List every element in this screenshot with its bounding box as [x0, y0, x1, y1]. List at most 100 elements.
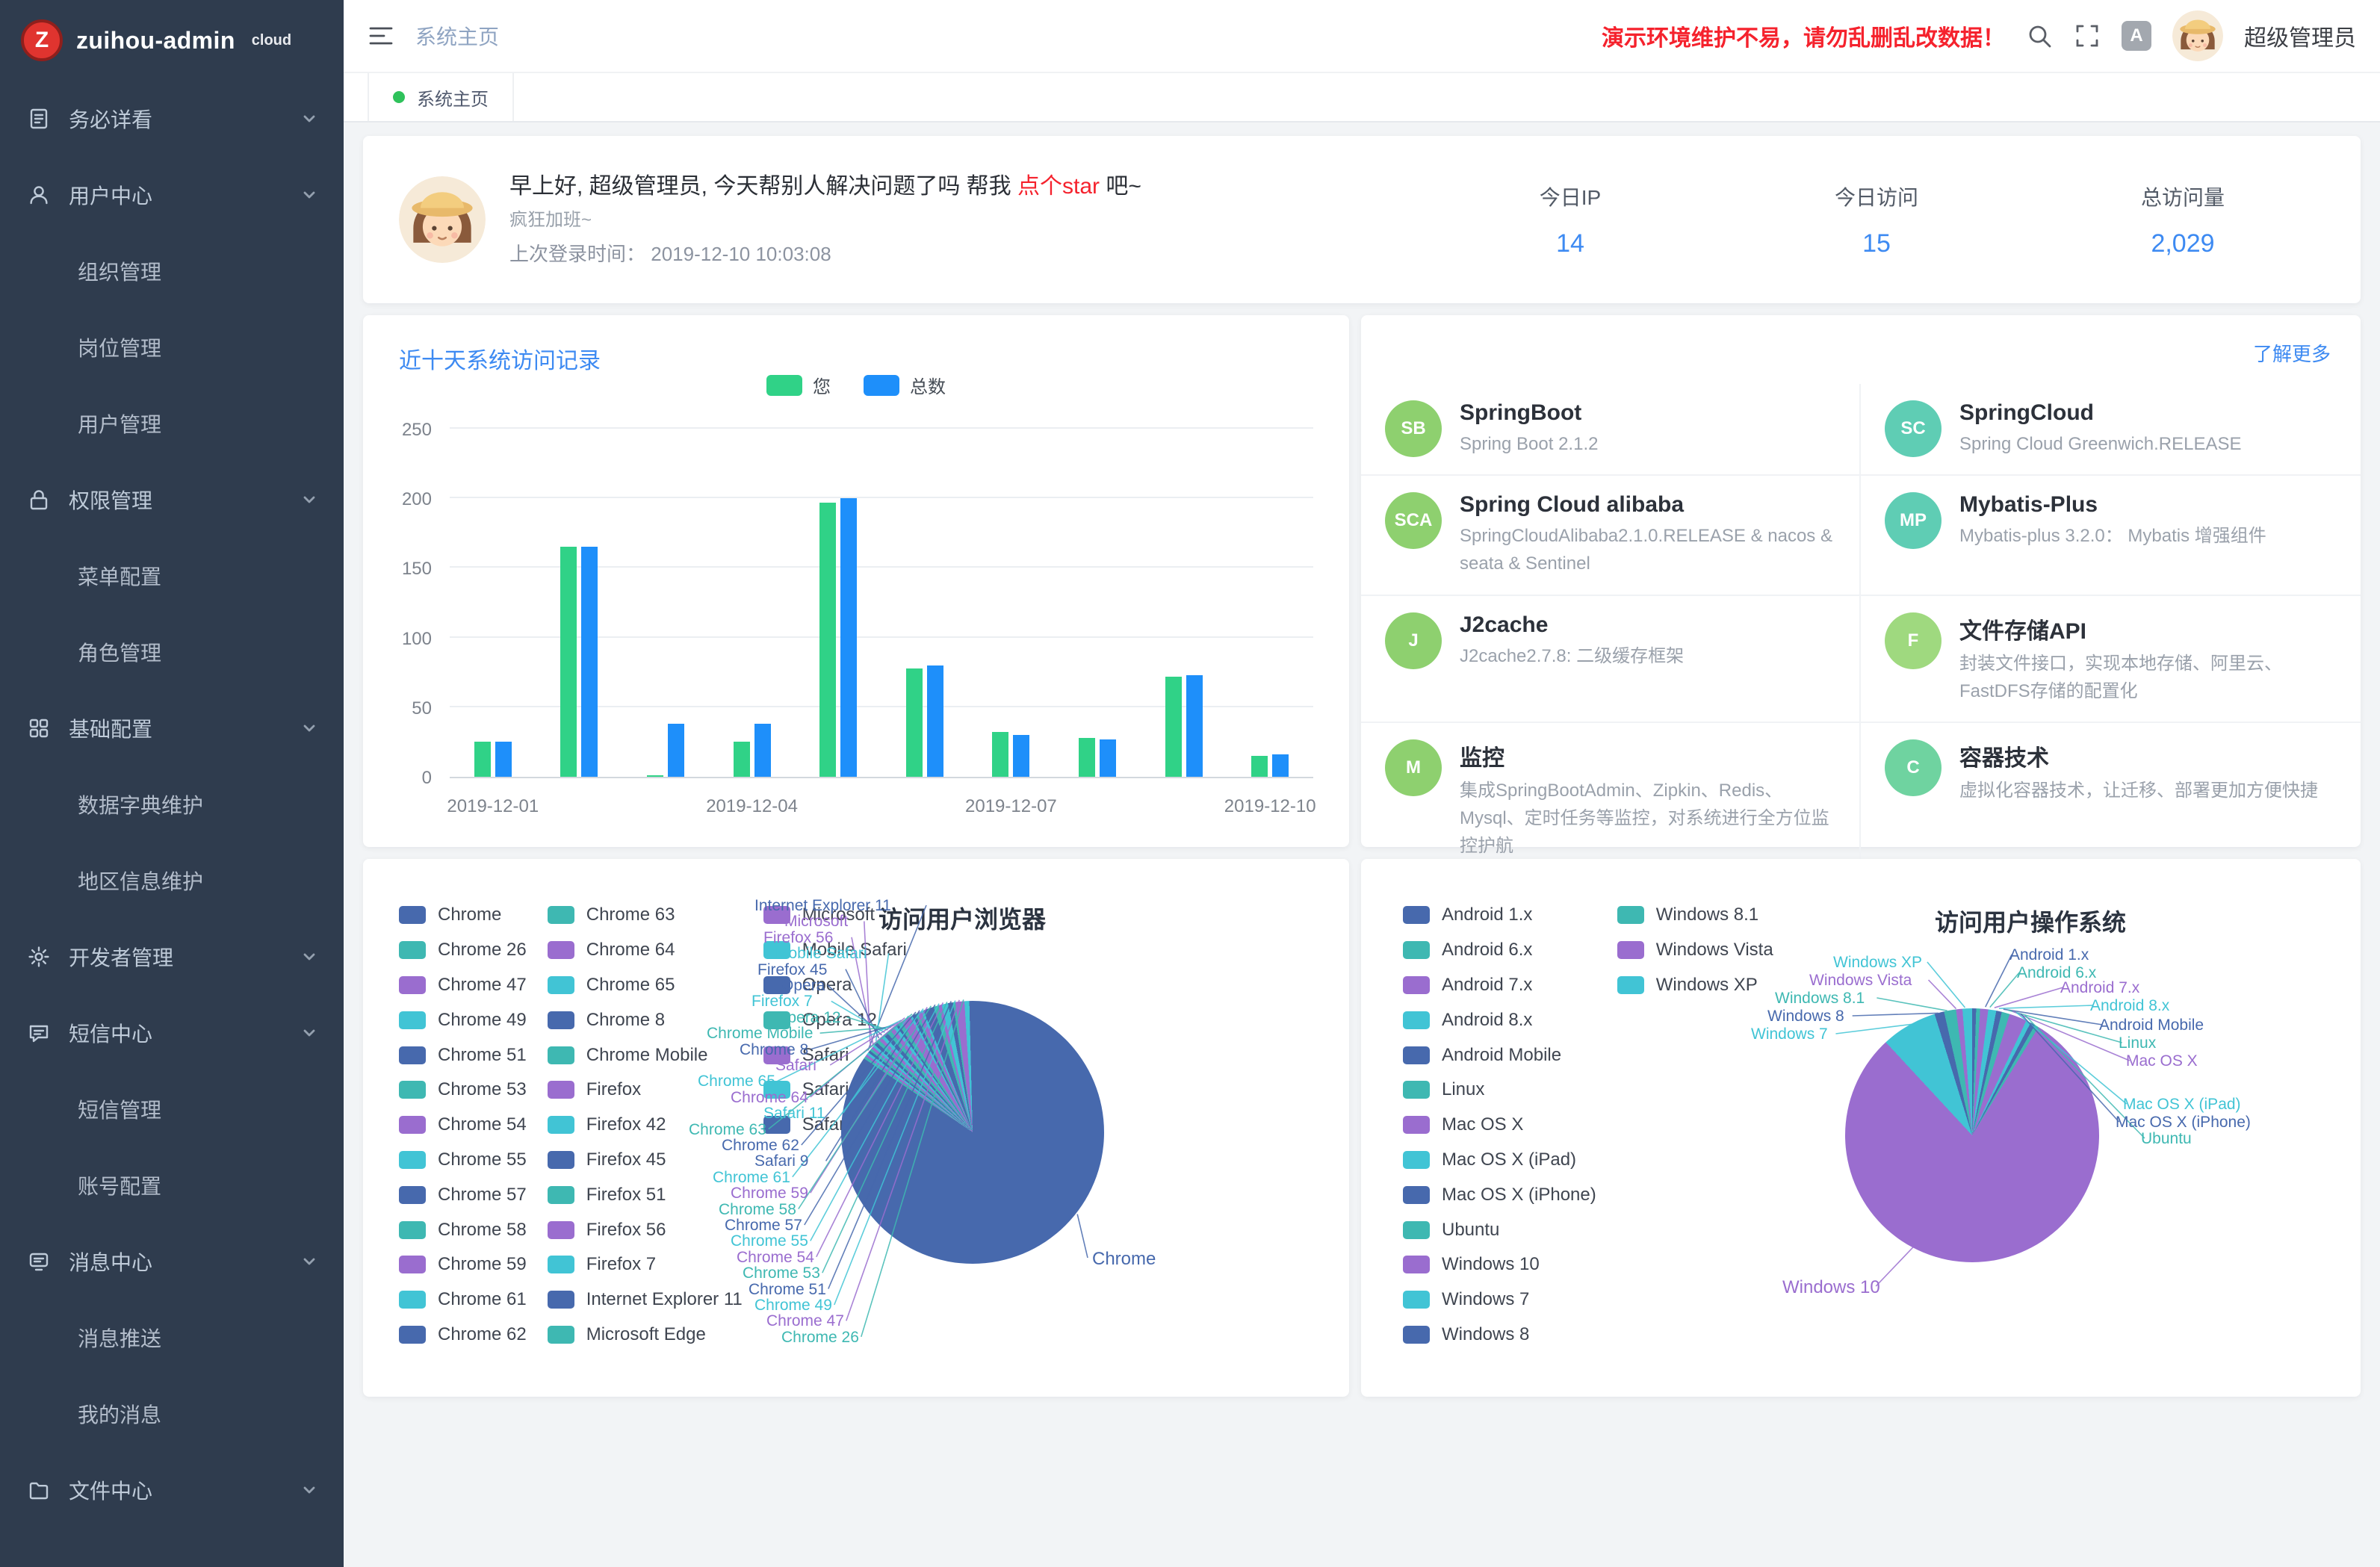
legend-item-Android 1.x[interactable]: Android 1.x	[1403, 898, 1596, 933]
legend-label: Chrome Mobile	[586, 1045, 708, 1066]
legend-item-Chrome 64[interactable]: Chrome 64	[548, 933, 743, 968]
sidebar-item-务必详看[interactable]: 务必详看	[0, 81, 344, 157]
legend-label: Android Mobile	[1442, 1045, 1561, 1066]
sidebar-subitem-数据字典维护[interactable]: 数据字典维护	[0, 766, 344, 843]
username[interactable]: 超级管理员	[2244, 19, 2356, 52]
sidebar-item-用户中心[interactable]: 用户中心	[0, 157, 344, 233]
legend-item-Chrome Mobile[interactable]: Chrome Mobile	[548, 1037, 743, 1073]
sidebar-item-消息中心[interactable]: 消息中心	[0, 1223, 344, 1300]
legend-item-Chrome 53[interactable]: Chrome 53	[399, 1073, 527, 1108]
sidebar-item-label: 用户中心	[69, 180, 284, 210]
hamburger-menu-icon[interactable]	[368, 22, 394, 49]
sidebar-subitem-组织管理[interactable]: 组织管理	[0, 233, 344, 309]
legend-label: Windows 8.1	[1656, 904, 1758, 925]
font-size-icon[interactable]: A	[2122, 21, 2151, 51]
legend-item-Chrome[interactable]: Chrome	[399, 898, 527, 933]
legend-item-Android 7.x[interactable]: Android 7.x	[1403, 968, 1596, 1003]
legend-label: Windows XP	[1656, 975, 1758, 996]
legend-item-Firefox 7[interactable]: Firefox 7	[548, 1247, 743, 1282]
sidebar-item-权限管理[interactable]: 权限管理	[0, 462, 344, 538]
env-warning-text: 演示环境维护不易，请勿乱删乱改数据！	[1602, 19, 2005, 52]
tech-item-desc: 集成SpringBootAdmin、Zipkin、Redis、Mysql、定时任…	[1460, 777, 1832, 860]
legend-item-Android Mobile[interactable]: Android Mobile	[1403, 1037, 1596, 1073]
legend-item-Chrome 59[interactable]: Chrome 59	[399, 1247, 527, 1282]
bar-您	[1251, 756, 1268, 777]
tech-item-title: 文件存储API	[1959, 612, 2334, 645]
legend-swatch	[399, 1186, 426, 1204]
tech-item-desc: Spring Boot 2.1.2	[1460, 430, 1598, 458]
legend-label: Microsoft Edge	[586, 1324, 706, 1345]
sidebar-subitem-我的消息[interactable]: 我的消息	[0, 1376, 344, 1452]
sidebar-item-基础配置[interactable]: 基础配置	[0, 690, 344, 766]
legend-label: Chrome 58	[438, 1220, 527, 1241]
legend-swatch	[1403, 1081, 1430, 1099]
search-icon[interactable]	[2026, 22, 2053, 49]
legend-item-Chrome 55[interactable]: Chrome 55	[399, 1143, 527, 1178]
pie-label-Chrome 61: Chrome 61	[713, 1170, 790, 1185]
legend-item-Windows 7[interactable]: Windows 7	[1403, 1282, 1596, 1318]
greeting-suffix: 吧~	[1100, 174, 1141, 199]
legend-item-Linux[interactable]: Linux	[1403, 1073, 1596, 1108]
legend-swatch	[548, 1116, 574, 1134]
tech-item-title: J2cache	[1460, 612, 1684, 638]
star-link[interactable]: 点个star	[1017, 174, 1100, 199]
legend-item-Chrome 58[interactable]: Chrome 58	[399, 1212, 527, 1247]
legend-item-Mac OS X (iPad)[interactable]: Mac OS X (iPad)	[1403, 1143, 1596, 1178]
sidebar-subitem-岗位管理[interactable]: 岗位管理	[0, 309, 344, 385]
bar-group-2019-12-10	[1227, 429, 1313, 777]
legend-item-Chrome 63[interactable]: Chrome 63	[548, 898, 743, 933]
sidebar-item-短信中心[interactable]: 短信中心	[0, 995, 344, 1071]
sidebar-subitem-角色管理[interactable]: 角色管理	[0, 614, 344, 690]
bar-group-2019-12-02	[536, 429, 623, 777]
bar-总数	[927, 665, 943, 777]
legend-item-Windows 8.1[interactable]: Windows 8.1	[1617, 898, 1773, 933]
legend-item-Chrome 54[interactable]: Chrome 54	[399, 1108, 527, 1143]
legend-label: Windows 7	[1442, 1289, 1529, 1310]
pie-label-Safari 11: Safari 11	[763, 1105, 825, 1121]
legend-item-Chrome 49[interactable]: Chrome 49	[399, 1002, 527, 1037]
stat-总访问量: 总访问量2,029	[2101, 181, 2265, 258]
legend-item-you[interactable]: 您	[766, 372, 831, 398]
visits-plot: 050100150200250	[450, 429, 1313, 778]
pie-label-Windows 8: Windows 8	[1767, 1008, 1844, 1024]
tech-item-SpringBoot: SBSpringBootSpring Boot 2.1.2	[1361, 384, 1861, 476]
legend-item-Windows Vista[interactable]: Windows Vista	[1617, 933, 1773, 968]
legend-item-Chrome 26[interactable]: Chrome 26	[399, 933, 527, 968]
legend-item-Windows 8[interactable]: Windows 8	[1403, 1318, 1596, 1353]
legend-item-Microsoft Edge[interactable]: Microsoft Edge	[548, 1318, 743, 1353]
legend-label: Chrome 49	[438, 1010, 527, 1031]
sidebar-item-文件中心[interactable]: 文件中心	[0, 1452, 344, 1528]
legend-item-Android 8.x[interactable]: Android 8.x	[1403, 1002, 1596, 1037]
legend-item-Mac OS X (iPhone)[interactable]: Mac OS X (iPhone)	[1403, 1177, 1596, 1212]
legend-item-Chrome 57[interactable]: Chrome 57	[399, 1177, 527, 1212]
sidebar-subitem-地区信息维护[interactable]: 地区信息维护	[0, 843, 344, 919]
bar-您	[560, 547, 577, 777]
sidebar-subitem-用户管理[interactable]: 用户管理	[0, 385, 344, 462]
tab-home[interactable]: 系统主页	[368, 73, 514, 121]
breadcrumb[interactable]: 系统主页	[415, 21, 499, 51]
sidebar-subitem-消息推送[interactable]: 消息推送	[0, 1300, 344, 1376]
legend-item-Mac OS X[interactable]: Mac OS X	[1403, 1108, 1596, 1143]
sidebar-subitem-短信管理[interactable]: 短信管理	[0, 1071, 344, 1147]
sidebar-subitem-菜单配置[interactable]: 菜单配置	[0, 538, 344, 614]
legend-item-Chrome 47[interactable]: Chrome 47	[399, 968, 527, 1003]
legend-item-Internet Explorer 11[interactable]: Internet Explorer 11	[548, 1282, 743, 1318]
sidebar-item-开发者管理[interactable]: 开发者管理	[0, 919, 344, 995]
legend-item-Chrome 62[interactable]: Chrome 62	[399, 1318, 527, 1353]
legend-item-Windows XP[interactable]: Windows XP	[1617, 968, 1773, 1003]
legend-item-total[interactable]: 总数	[864, 372, 946, 398]
bar-总数	[840, 498, 857, 777]
fullscreen-icon[interactable]	[2074, 22, 2101, 49]
pie-label-Chrome 62: Chrome 62	[722, 1138, 799, 1153]
avatar[interactable]	[2172, 10, 2223, 61]
legend-swatch	[1617, 906, 1644, 924]
legend-item-Windows 10[interactable]: Windows 10	[1403, 1247, 1596, 1282]
legend-item-Chrome 65[interactable]: Chrome 65	[548, 968, 743, 1003]
legend-item-Ubuntu[interactable]: Ubuntu	[1403, 1212, 1596, 1247]
legend-item-Chrome 61[interactable]: Chrome 61	[399, 1282, 527, 1318]
legend-item-Android 6.x[interactable]: Android 6.x	[1403, 933, 1596, 968]
legend-item-Firefox 56[interactable]: Firefox 56	[548, 1212, 743, 1247]
learn-more-link[interactable]: 了解更多	[2253, 339, 2331, 367]
sidebar-subitem-账号配置[interactable]: 账号配置	[0, 1147, 344, 1223]
legend-item-Chrome 51[interactable]: Chrome 51	[399, 1037, 527, 1073]
